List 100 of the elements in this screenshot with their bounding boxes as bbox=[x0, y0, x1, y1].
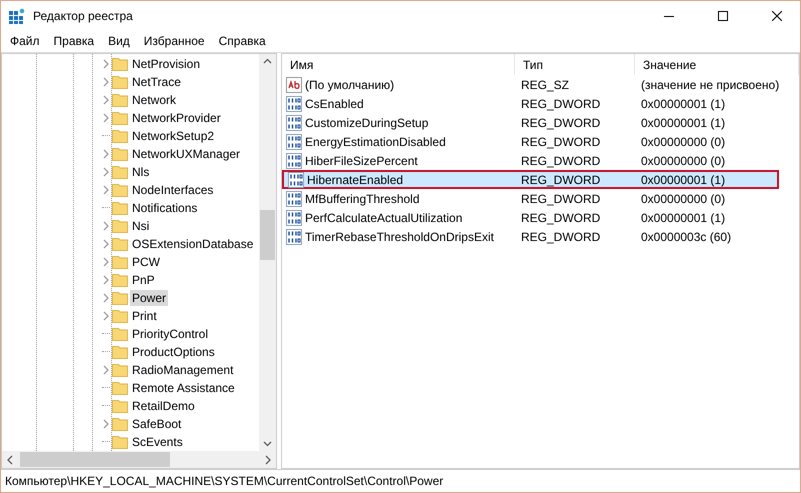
tree-item[interactable]: NetTrace bbox=[130, 74, 183, 90]
tree-item[interactable]: NetworkProvider bbox=[130, 110, 223, 126]
registry-app-icon bbox=[9, 8, 25, 24]
table-cell-text: 0x00000000 (0) bbox=[640, 134, 726, 150]
table-cell-text: 0x00000001 (1) bbox=[640, 210, 726, 226]
table-cell-text: REG_SZ bbox=[520, 76, 570, 94]
close-icon bbox=[772, 10, 782, 20]
value-name-cell[interactable]: HibernateEnabled bbox=[282, 170, 515, 189]
tree-item[interactable]: NetworkSetup2 bbox=[130, 128, 216, 144]
menu-item[interactable]: Вид bbox=[101, 34, 137, 48]
registry-path: Компьютер\HKEY_LOCAL_MACHINE\SYSTEM\CurrentControlSet\Control\Power bbox=[5, 474, 444, 488]
value-name-cell[interactable]: MfBufferingThreshold bbox=[282, 189, 515, 208]
value-name-cell[interactable]: TimerRebaseThresholdOnDripsExit bbox=[282, 227, 515, 246]
folder-icon bbox=[112, 183, 128, 197]
tree-item[interactable]: PnP bbox=[130, 272, 157, 288]
table-cell-text: 0x00000000 (0) bbox=[640, 152, 726, 170]
tree-item[interactable]: Nls bbox=[130, 164, 152, 180]
binary-value-icon bbox=[286, 210, 302, 226]
tree-item[interactable]: SafeBoot bbox=[130, 416, 184, 432]
tree-item[interactable]: Nsi bbox=[130, 218, 152, 234]
scroll-thumb[interactable] bbox=[20, 452, 170, 467]
folder-icon bbox=[112, 381, 128, 395]
tree-item[interactable]: ProductOptions bbox=[130, 344, 217, 360]
tree-item[interactable]: Network bbox=[130, 92, 178, 108]
menu-item[interactable]: Справка bbox=[212, 34, 273, 48]
value-name-cell[interactable]: (По умолчанию) bbox=[282, 75, 515, 94]
tree-item[interactable]: RadioManagement bbox=[130, 362, 236, 378]
menu-item[interactable]: Правка bbox=[46, 34, 102, 48]
folder-icon bbox=[112, 147, 128, 161]
vertical-scrollbar[interactable] bbox=[259, 54, 276, 451]
scroll-thumb[interactable] bbox=[260, 210, 275, 260]
folder-icon bbox=[112, 57, 128, 71]
table-cell-text: 0x00000001 (1) bbox=[640, 114, 726, 132]
string-value-icon bbox=[286, 76, 302, 92]
menu-item[interactable]: Файл bbox=[3, 34, 47, 48]
folder-icon bbox=[112, 435, 128, 449]
table-cell: REG_DWORD bbox=[515, 170, 635, 189]
tree-item[interactable]: ScEvents bbox=[130, 434, 185, 450]
value-name: EnergyEstimationDisabled bbox=[305, 134, 446, 148]
table-cell-text: REG_DWORD bbox=[520, 96, 602, 112]
window-title: Редактор реестра bbox=[33, 8, 134, 22]
column-header[interactable]: Имя bbox=[282, 54, 515, 75]
tree-item[interactable]: NodeInterfaces bbox=[130, 182, 216, 198]
tree-item[interactable]: Print bbox=[130, 308, 159, 324]
binary-value-icon bbox=[286, 190, 302, 206]
folder-icon bbox=[112, 93, 128, 107]
value-name: (По умолчанию) bbox=[305, 78, 394, 92]
tree-item[interactable]: NetworkUXManager bbox=[130, 146, 242, 162]
value-name: CustomizeDuringSetup bbox=[305, 116, 428, 130]
menu-item[interactable]: Избранное bbox=[136, 34, 212, 48]
value-name: CsEnabled bbox=[305, 96, 364, 110]
folder-icon bbox=[112, 273, 128, 287]
binary-value-icon bbox=[286, 228, 302, 244]
tree-item[interactable]: Notifications bbox=[130, 200, 200, 216]
binary-value-icon bbox=[286, 152, 302, 168]
folder-icon bbox=[112, 255, 128, 269]
column-header[interactable]: Значение bbox=[635, 54, 799, 75]
table-cell-text: 0x00000001 (1) bbox=[640, 96, 726, 112]
folder-icon bbox=[112, 75, 128, 89]
folder-icon bbox=[112, 165, 128, 179]
folder-icon bbox=[112, 309, 128, 323]
tree-item[interactable]: NetProvision bbox=[130, 56, 202, 72]
value-name: TimerRebaseThresholdOnDripsExit bbox=[305, 230, 494, 244]
binary-value-icon bbox=[286, 96, 302, 112]
tree-item[interactable]: Power bbox=[130, 290, 168, 306]
maximize-icon bbox=[718, 10, 728, 20]
tree-item[interactable]: PCW bbox=[130, 254, 162, 270]
table-cell-text: REG_DWORD bbox=[520, 152, 602, 170]
folder-icon bbox=[112, 363, 128, 377]
value-name-cell[interactable]: EnergyEstimationDisabled bbox=[282, 132, 515, 151]
value-name: MfBufferingThreshold bbox=[305, 192, 420, 206]
folder-icon bbox=[112, 219, 128, 233]
folder-icon bbox=[112, 201, 128, 215]
binary-value-icon bbox=[286, 134, 302, 150]
folder-icon bbox=[112, 399, 128, 413]
tree-item[interactable]: PriorityControl bbox=[130, 326, 210, 342]
value-name-cell[interactable]: HiberFileSizePercent bbox=[282, 151, 515, 170]
value-name: PerfCalculateActualUtilization bbox=[305, 210, 462, 224]
table-cell: 0x00000001 (1) bbox=[635, 170, 779, 189]
column-header[interactable]: Тип bbox=[515, 54, 635, 75]
value-name: HibernateEnabled bbox=[307, 172, 404, 186]
horizontal-scrollbar[interactable] bbox=[2, 451, 276, 468]
value-name: HiberFileSizePercent bbox=[305, 154, 418, 168]
table-cell-text: REG_DWORD bbox=[520, 114, 602, 132]
scroll-right-icon[interactable] bbox=[264, 454, 272, 464]
folder-icon bbox=[112, 327, 128, 341]
scroll-left-icon[interactable] bbox=[6, 454, 14, 464]
binary-value-icon bbox=[288, 172, 304, 188]
tree-item[interactable]: Remote Assistance bbox=[130, 380, 237, 396]
tree-item[interactable]: RetailDemo bbox=[130, 398, 197, 414]
folder-icon bbox=[112, 291, 128, 305]
value-name-cell[interactable]: CsEnabled bbox=[282, 94, 515, 113]
folder-icon bbox=[112, 345, 128, 359]
tree-item[interactable]: OSExtensionDatabase bbox=[130, 236, 256, 252]
value-name-cell[interactable]: CustomizeDuringSetup bbox=[282, 113, 515, 132]
table-cell-text: REG_DWORD bbox=[520, 210, 602, 226]
table-cell-text: REG_DWORD bbox=[520, 190, 602, 208]
value-name-cell[interactable]: PerfCalculateActualUtilization bbox=[282, 208, 515, 227]
table-cell-text: 0x0000003c (60) bbox=[640, 228, 732, 246]
table-cell-text: REG_DWORD bbox=[520, 134, 602, 150]
